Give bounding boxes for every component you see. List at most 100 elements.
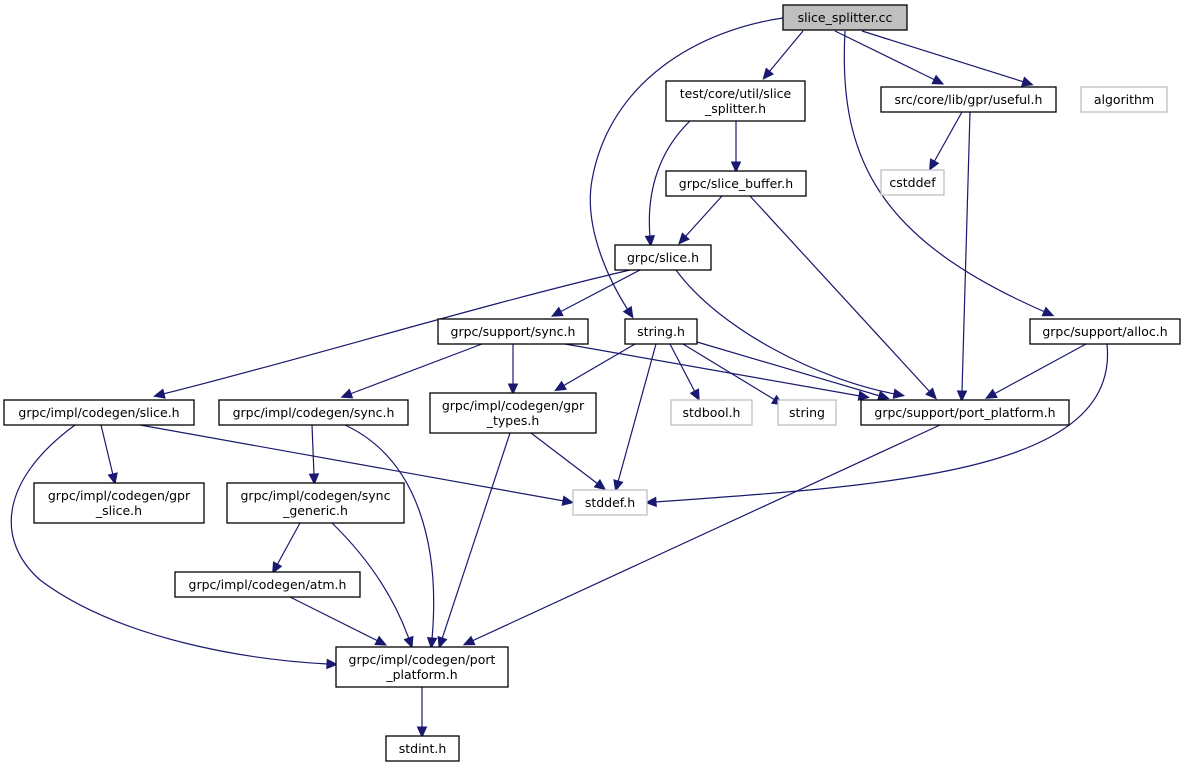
arrowhead [985,388,998,399]
node-support-sync-h[interactable]: grpc/support/sync.h [437,318,589,345]
arrowhead [929,158,940,171]
node-slice-h[interactable]: grpc/slice.h [614,244,712,271]
edge-line [289,596,379,642]
edge-line [559,269,641,313]
edge-support_sync_h-to-codegen_sync_h [340,343,483,399]
edge-line [669,343,696,393]
include-dependency-graph: slice_splitter.cc test/core/util/slice_sp… [3,4,1181,762]
node-codegen-port-platform-h[interactable]: grpc/impl/codegen/port_platform.h [335,646,509,688]
arrowhead [272,561,283,574]
node-label: algorithm [1094,92,1154,107]
node-label: src/core/lib/gpr/useful.h [895,92,1043,107]
edge-line [530,432,599,485]
edge-slice_buffer_h-to-slice_h [678,195,723,245]
node-string: string [777,399,837,426]
edge-line [344,424,435,640]
arrowhead [1020,76,1034,87]
node-cstddef: cstddef [880,169,945,196]
arrowhead [762,67,775,80]
edges-layer [10,17,1109,739]
edge-alloc_h-to-support_port_platform_h [985,343,1087,399]
node-label: grpc/slice.h [627,250,699,265]
edge-string_h-to-gpr_types_h [554,343,636,392]
edge-line [311,424,315,476]
arrowhead [340,388,354,399]
node-codegen-slice-h[interactable]: grpc/impl/codegen/slice.h [3,399,195,426]
edge-useful_h-to-support_port_platform_h [956,111,971,403]
node-sync-generic-h[interactable]: grpc/impl/codegen/sync_generic.h [226,482,405,524]
edge-string_h-to-stddef_h [613,343,657,492]
edge-splitter_h-to-slice_buffer_h [730,121,742,174]
node-stdint-h[interactable]: stdint.h [385,735,460,762]
arrowhead [437,635,448,649]
edge-line [441,432,511,640]
edge-atm_h-to-codegen_port_platform_h [289,596,388,646]
arrowhead [892,388,906,399]
edge-gpr_types_h-to-codegen_port_platform_h [437,432,511,649]
edge-support_port_platform_h-to-codegen_port_platform_h [462,424,941,646]
node-label: slice_splitter.cc [798,10,893,25]
node-label: _generic.h [282,503,348,518]
arrowhead [1041,306,1055,317]
node-label: stdbool.h [683,405,741,420]
node-label: string.h [637,324,685,339]
node-label: grpc/support/port_platform.h [874,405,1055,420]
edge-slice_h-to-support_port_platform_h [675,269,906,399]
arrowhead [613,479,624,492]
edge-codegen_port_platform_h-to-stdint_h [416,687,428,739]
node-useful-h[interactable]: src/core/lib/gpr/useful.h [880,86,1057,113]
edge-line [993,343,1087,395]
node-label: _splitter.h [704,101,766,116]
edge-root-to-splitter_h [762,30,804,80]
node-label: test/core/util/slice [680,86,792,101]
node-label: _types.h [486,413,540,428]
node-splitter-h[interactable]: test/core/util/slice_splitter.h [665,80,806,122]
node-label: grpc/impl/codegen/sync.h [233,405,395,420]
node-label: grpc/support/sync.h [451,324,576,339]
edge-codegen_sync_h-to-sync_generic_h [308,424,320,486]
node-label: stddef.h [585,495,635,510]
edge-codegen_slice_h-to-gpr_slice_h [100,424,118,485]
edge-line [617,343,657,483]
edge-line [768,30,804,73]
node-label: grpc/impl/codegen/atm.h [189,577,347,592]
node-algorithm: algorithm [1080,86,1168,113]
nodes-layer: slice_splitter.cc test/core/util/slice_sp… [3,4,1181,762]
node-gpr-types-h[interactable]: grpc/impl/codegen/gpr_types.h [429,392,597,434]
node-label: grpc/impl/codegen/port [349,652,496,667]
node-support-port-platform-h[interactable]: grpc/support/port_platform.h [860,399,1070,426]
arrowhead [593,478,607,491]
edge-line [749,195,931,393]
edge-line [10,424,329,665]
node-slice-buffer-h[interactable]: grpc/slice_buffer.h [665,170,807,197]
edge-root-to-alloc_h [843,30,1055,317]
node-root[interactable]: slice_splitter.cc [782,4,908,31]
node-label: grpc/support/alloc.h [1042,324,1167,339]
node-label: grpc/impl/codegen/slice.h [18,405,179,420]
edge-root-to-algorithm [861,30,1034,87]
arrowhead [561,495,575,506]
edge-line [471,424,941,642]
node-alloc-h[interactable]: grpc/support/alloc.h [1029,318,1181,345]
node-label: string [789,405,825,420]
node-label: grpc/impl/codegen/sync [241,488,391,503]
edge-line [933,111,963,163]
node-codegen-sync-h[interactable]: grpc/impl/codegen/sync.h [218,399,409,426]
edge-line [675,269,896,395]
edge-line [684,195,723,238]
arrowhead [931,74,945,85]
edge-line [349,343,483,395]
node-label: grpc/impl/codegen/gpr [442,398,585,413]
edge-codegen_slice_h-to-codegen_port_platform_h [10,424,339,670]
node-gpr-slice-h[interactable]: grpc/impl/codegen/gpr_slice.h [33,482,205,524]
node-label: grpc/slice_buffer.h [679,176,793,191]
edge-codegen_sync_h-to-codegen_port_platform_h [344,424,438,650]
node-atm-h[interactable]: grpc/impl/codegen/atm.h [174,571,361,598]
node-stddef-h: stddef.h [572,489,648,516]
edge-string_h-to-stdbool_h [669,343,700,402]
arrowhead [153,388,166,399]
node-string-h[interactable]: string.h [624,318,698,345]
node-label: cstddef [889,175,936,190]
node-label: grpc/impl/codegen/gpr [48,488,191,503]
edge-line [961,111,971,393]
